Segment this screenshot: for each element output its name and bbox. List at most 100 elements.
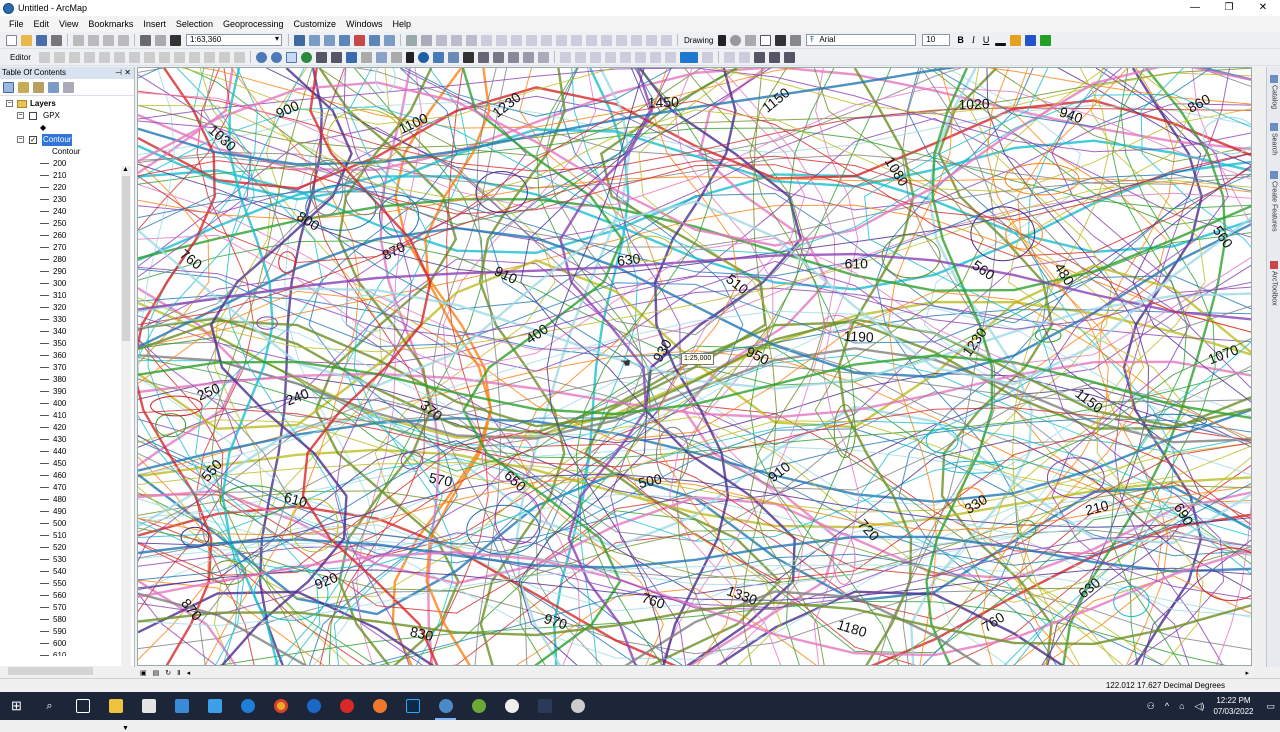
menu-insert[interactable]: Insert (138, 19, 171, 29)
frame-icon[interactable] (738, 51, 750, 63)
toc-horizontal-scrollbar[interactable] (0, 666, 134, 676)
save-icon[interactable] (36, 34, 47, 46)
endpoint-arc-icon[interactable] (83, 51, 95, 63)
contour-map-canvas[interactable]: 103090011001230 1450 115010801020 940 860760… (138, 68, 1252, 666)
create-features-icon[interactable] (233, 51, 245, 63)
table-of-contents-icon[interactable] (309, 34, 320, 46)
taskbar-opera[interactable] (330, 692, 363, 720)
fill-swatch-icon[interactable] (679, 51, 698, 63)
people-icon[interactable]: ⚇ (1147, 701, 1155, 712)
maximize-button[interactable]: ❐ (1212, 0, 1246, 16)
vertex-icon[interactable] (451, 34, 462, 46)
line-color-icon[interactable] (1025, 34, 1037, 46)
collapse-icon[interactable]: − (17, 112, 24, 119)
scroll-up-icon[interactable]: ▲ (122, 166, 129, 173)
cut-polygon-icon[interactable] (631, 34, 642, 46)
taskbar-chrome[interactable] (264, 692, 297, 720)
attributes-icon[interactable] (496, 34, 507, 46)
taskbar-onedrive[interactable] (198, 692, 231, 720)
collapse-icon[interactable]: − (6, 100, 13, 107)
viewer-window-icon[interactable] (537, 51, 549, 63)
show-hidden-icons[interactable]: ^ (1165, 701, 1169, 711)
add-data-icon[interactable] (170, 34, 181, 46)
clock[interactable]: 12:22 PM 07/03/2022 (1213, 695, 1253, 717)
sketch-properties-icon[interactable] (218, 51, 230, 63)
scroll-thumb[interactable] (8, 667, 93, 675)
layout-view-icon[interactable]: ▤ (153, 669, 160, 677)
union-icon[interactable] (526, 34, 537, 46)
point-tool-icon[interactable] (113, 51, 125, 63)
merge-icon[interactable] (586, 34, 597, 46)
italic-button[interactable]: I (972, 35, 975, 45)
buffer-icon[interactable] (556, 34, 567, 46)
copy-icon[interactable] (88, 34, 99, 46)
text-icon[interactable] (775, 34, 787, 46)
editor-menu[interactable]: Editor (10, 53, 31, 62)
python-window-icon[interactable] (369, 34, 380, 46)
edit-annotation-icon[interactable] (646, 34, 657, 46)
menu-selection[interactable]: Selection (171, 19, 218, 29)
line-swatch-icon[interactable] (701, 51, 713, 63)
export-map-icon[interactable] (768, 51, 780, 63)
start-button[interactable]: ⊞ (0, 692, 33, 720)
cut-polygons-tool-icon[interactable] (158, 51, 170, 63)
edit-annotation-tool-icon[interactable] (53, 51, 65, 63)
print-preview-icon[interactable] (783, 51, 795, 63)
layout-icon[interactable] (661, 34, 672, 46)
zoom-in-icon[interactable] (255, 51, 267, 63)
pan-icon[interactable] (285, 51, 297, 63)
search-button[interactable]: ⌕ (33, 692, 66, 720)
toc-vertical-scrollbar[interactable]: ▲ ▼ (121, 166, 131, 732)
distribute-icon[interactable] (604, 51, 616, 63)
volume-icon[interactable]: ◁) (1195, 701, 1205, 712)
select-elements-icon[interactable] (718, 34, 727, 46)
map-scale-dropdown[interactable]: 1:63,360 (186, 34, 282, 46)
search-tab[interactable]: Search (1268, 123, 1280, 155)
new-document-icon[interactable] (6, 34, 17, 46)
trace-icon[interactable] (601, 34, 612, 46)
goto-xy-icon[interactable] (492, 51, 504, 63)
scroll-left-icon[interactable]: ◂ (187, 669, 191, 677)
menu-geoprocessing[interactable]: Geoprocessing (218, 19, 289, 29)
network-icon[interactable]: ⌂ (1179, 701, 1184, 711)
georef-icon[interactable] (406, 34, 417, 46)
clip-icon[interactable] (571, 34, 582, 46)
pause-drawing-icon[interactable]: Ⅱ (177, 669, 180, 677)
taskbar-file-explorer[interactable] (99, 692, 132, 720)
open-icon[interactable] (21, 34, 32, 46)
menu-customize[interactable]: Customize (289, 19, 342, 29)
search-window-icon[interactable] (339, 34, 350, 46)
attributes-tool-icon[interactable] (203, 51, 215, 63)
layout-tool-icon[interactable] (559, 51, 571, 63)
arctoolbox-tab[interactable]: ArcToolbox (1268, 261, 1280, 306)
marker-color-icon[interactable] (1040, 34, 1052, 46)
underline-button[interactable]: U (983, 35, 990, 45)
undo-icon[interactable] (140, 34, 151, 46)
select-elements-arrow-icon[interactable] (405, 51, 414, 63)
model-builder-icon[interactable] (384, 34, 395, 46)
rectangle-icon[interactable] (760, 34, 772, 46)
task-view-button[interactable] (66, 692, 99, 720)
menu-bookmarks[interactable]: Bookmarks (83, 19, 138, 29)
ungroup-icon[interactable] (634, 51, 646, 63)
toc-close-icon[interactable]: ✕ (124, 67, 131, 79)
html-popup-icon[interactable] (447, 51, 459, 63)
menu-windows[interactable]: Windows (341, 19, 388, 29)
edit-vertices-tool-icon[interactable] (128, 51, 140, 63)
create-features-tab[interactable]: Create Features (1268, 171, 1280, 232)
edit-vertices-icon[interactable] (790, 34, 802, 46)
taskbar-mail[interactable] (165, 692, 198, 720)
find-route-icon[interactable] (477, 51, 489, 63)
select-features-icon[interactable] (375, 51, 387, 63)
straight-segment-icon[interactable] (68, 51, 80, 63)
taskbar-qgis[interactable] (462, 692, 495, 720)
align-icon[interactable] (589, 51, 601, 63)
bold-button[interactable]: B (957, 35, 964, 45)
menu-help[interactable]: Help (388, 19, 417, 29)
identify-icon[interactable] (417, 51, 429, 63)
data-view-icon[interactable]: ▣ (140, 669, 147, 677)
drawing-menu[interactable]: Drawing (684, 36, 713, 45)
menu-file[interactable]: File (4, 19, 29, 29)
minimize-button[interactable]: — (1178, 0, 1212, 16)
list-by-visibility-icon[interactable] (33, 81, 44, 93)
